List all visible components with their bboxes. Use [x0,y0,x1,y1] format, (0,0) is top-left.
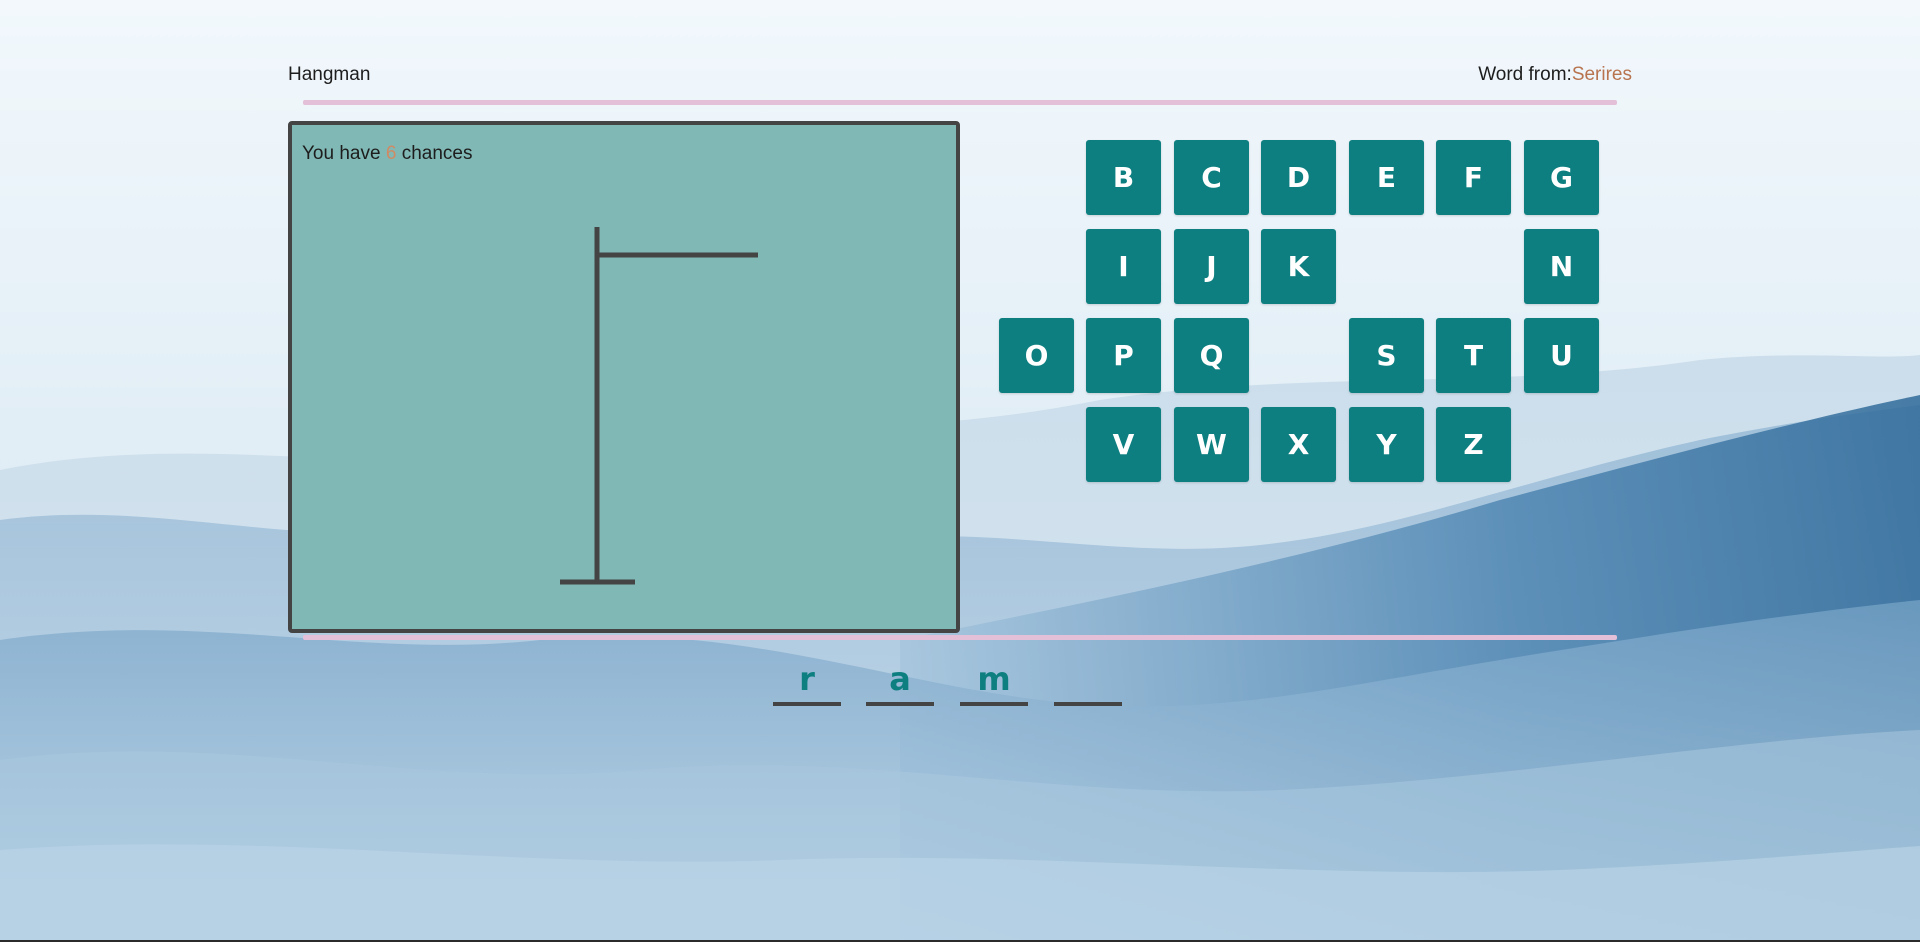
word-category: Serires [1571,64,1632,85]
letter-button-d[interactable]: D [1261,140,1336,215]
letter-button-e[interactable]: E [1349,140,1424,215]
letter-button-b[interactable]: B [1086,140,1161,215]
letter-button-w[interactable]: W [1174,407,1249,482]
word-slot: m [960,660,1028,706]
letter-button-y[interactable]: Y [1349,407,1424,482]
letter-button-g[interactable]: G [1524,140,1599,215]
word-slot [1054,660,1122,706]
word-letter: r [799,660,815,698]
hangman-panel: You have 6 chances [288,121,960,633]
letter-button-f[interactable]: F [1436,140,1511,215]
letter-button-n[interactable]: N [1524,229,1599,304]
letter-button-q[interactable]: Q [1174,318,1249,393]
word-underline [1054,702,1122,706]
letter-button-j[interactable]: J [1174,229,1249,304]
word-slot: a [866,660,934,706]
app-title: Hangman [288,64,371,85]
letter-button-i[interactable]: I [1086,229,1161,304]
word-from-label: Word from: [1478,64,1572,85]
letter-button-x[interactable]: X [1261,407,1336,482]
letter-button-k[interactable]: K [1261,229,1336,304]
word-underline [773,702,841,706]
word-letter: m [977,660,1011,698]
letter-button-o[interactable]: O [999,318,1074,393]
top-divider [303,100,1617,105]
letter-button-c[interactable]: C [1174,140,1249,215]
word-underline [866,702,934,706]
word-underline [960,702,1028,706]
letter-button-v[interactable]: V [1086,407,1161,482]
word-letter: a [889,660,911,698]
letter-button-p[interactable]: P [1086,318,1161,393]
gallows-drawing [560,227,758,585]
letter-button-s[interactable]: S [1349,318,1424,393]
word-source: Word from:Serires [1478,64,1632,86]
bottom-divider [303,635,1617,640]
word-slot: r [773,660,841,706]
letter-button-z[interactable]: Z [1436,407,1511,482]
letter-button-t[interactable]: T [1436,318,1511,393]
letter-button-u[interactable]: U [1524,318,1599,393]
